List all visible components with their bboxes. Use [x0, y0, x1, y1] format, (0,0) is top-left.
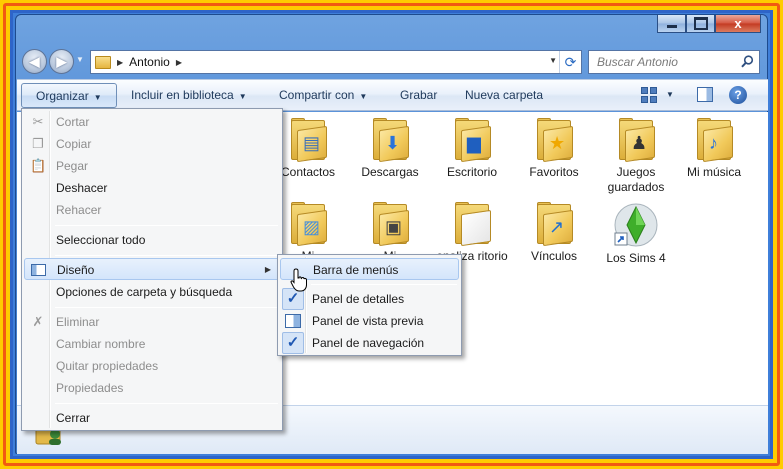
address-dropdown-icon[interactable]: ▼: [549, 56, 557, 65]
breadcrumb-separator-icon[interactable]: ▶: [117, 58, 123, 67]
folder-label: Favoritos: [529, 165, 579, 179]
submenu-item-label: Panel de detalles: [312, 292, 405, 306]
folder-label: Los Sims 4: [606, 251, 666, 265]
folder-label: Vínculos: [530, 249, 578, 263]
menu-item-delete[interactable]: ✗ Eliminar: [24, 311, 280, 333]
preview-pane-icon: [285, 314, 301, 328]
menu-item-undo[interactable]: Deshacer: [24, 177, 280, 199]
close-button[interactable]: x: [715, 15, 761, 33]
menu-item-layout[interactable]: Diseño ▶: [24, 258, 280, 280]
folder-label: Descargas: [361, 165, 419, 179]
address-row: ◀ ▶ ▼ ▶ Antonio ▶ ▼ ⟳: [16, 46, 767, 78]
folder-item-favoritos[interactable]: ★ Favoritos: [512, 118, 596, 180]
menu-separator: [55, 225, 278, 226]
menu-item-label: Copiar: [56, 137, 92, 151]
layout-icon: [31, 264, 46, 276]
view-options-chevron-icon[interactable]: ▼: [666, 90, 674, 99]
menu-item-label: Eliminar: [56, 315, 100, 329]
forward-button[interactable]: ▶: [49, 49, 74, 74]
help-icon[interactable]: ?: [729, 86, 747, 104]
chevron-down-icon: ▼: [359, 92, 368, 101]
minimize-button[interactable]: [657, 15, 686, 33]
address-bar[interactable]: ▶ Antonio ▶ ▼ ⟳: [90, 50, 582, 74]
menu-item-label: Cortar: [56, 115, 90, 129]
menu-item-cut[interactable]: ✂ Cortar: [24, 111, 280, 133]
menu-separator: [311, 284, 457, 285]
submenu-arrow-icon: ▶: [264, 265, 271, 274]
menu-item-redo[interactable]: Rehacer: [24, 199, 280, 221]
menu-item-label: Pegar: [56, 159, 89, 173]
chevron-down-icon: ▼: [93, 93, 102, 102]
document-folder-icon: [449, 202, 495, 247]
sims-plumbob-icon: [614, 203, 658, 247]
address-folder-icon: [95, 55, 111, 69]
folder-item-mi-musica[interactable]: ♪ Mi música: [672, 118, 756, 180]
caption-buttons: x: [657, 15, 761, 33]
folder-item-vinculos[interactable]: ↗ Vínculos: [512, 202, 596, 264]
menu-separator: [55, 307, 278, 308]
change-view-icon[interactable]: [641, 87, 657, 103]
menu-item-label: Diseño: [57, 263, 95, 277]
clipboard-icon: 📋: [30, 158, 47, 173]
folder-label: Juegos guardados: [607, 165, 665, 194]
preview-pane-toggle-icon[interactable]: [697, 87, 713, 102]
videos-folder-icon: ▣: [367, 202, 413, 247]
menu-item-rename[interactable]: Cambiar nombre: [24, 333, 280, 355]
chevron-down-icon: ▼: [238, 92, 247, 101]
scissors-icon: ✂: [32, 114, 44, 129]
music-folder-icon: ♪: [691, 118, 737, 163]
saved-games-folder-icon: ♟: [613, 118, 659, 163]
menu-item-remove-properties[interactable]: Quitar propiedades: [24, 355, 280, 377]
back-arrow-icon: ◀: [29, 53, 40, 69]
organize-label: Organizar: [36, 89, 89, 103]
delete-x-icon: ✗: [32, 314, 44, 329]
menu-separator: [55, 255, 278, 256]
submenu-item-label: Panel de vista previa: [312, 314, 424, 328]
search-box[interactable]: [588, 50, 760, 74]
submenu-item-preview-pane[interactable]: Panel de vista previa: [280, 310, 459, 332]
search-icon[interactable]: [741, 55, 754, 68]
share-with-label: Compartir con: [279, 88, 355, 102]
command-bar: Organizar ▼ Incluir en biblioteca ▼ Compar…: [17, 79, 768, 111]
checkmark-icon: ✓: [282, 332, 304, 354]
menu-item-properties[interactable]: Propiedades: [24, 377, 280, 399]
shortcut-item-los-sims-4[interactable]: Los Sims 4: [594, 202, 678, 266]
include-in-library-button[interactable]: Incluir en biblioteca ▼: [131, 88, 247, 102]
submenu-item-navigation-pane[interactable]: ✓ Panel de navegación: [280, 332, 459, 354]
breadcrumb-antonio[interactable]: Antonio: [129, 55, 170, 69]
downloads-folder-icon: ⬇: [367, 118, 413, 163]
new-folder-button[interactable]: Nueva carpeta: [465, 88, 543, 102]
menu-item-copy[interactable]: ❐ Copiar: [24, 133, 280, 155]
search-input[interactable]: [597, 55, 737, 69]
menu-item-close[interactable]: Cerrar: [24, 407, 280, 429]
breadcrumb-separator-icon[interactable]: ▶: [176, 58, 182, 67]
organize-button[interactable]: Organizar ▼: [21, 83, 117, 108]
folder-label: Escritorio: [446, 165, 497, 179]
menu-item-select-all[interactable]: Seleccionar todo: [24, 229, 280, 251]
menu-separator: [55, 403, 278, 404]
folder-item-juegos-guardados[interactable]: ♟ Juegos guardados: [594, 118, 678, 195]
folder-label: Mi música: [686, 165, 741, 179]
hand-pointer-cursor-icon: [290, 268, 307, 292]
folder-item-escritorio[interactable]: ▆ Escritorio: [430, 118, 514, 180]
recent-pages-dropdown-icon[interactable]: ▼: [76, 55, 84, 64]
maximize-button[interactable]: [686, 15, 715, 33]
menu-item-folder-options[interactable]: Opciones de carpeta y búsqueda: [24, 281, 280, 303]
folder-item-descargas[interactable]: ⬇ Descargas: [348, 118, 432, 180]
forward-arrow-icon: ▶: [56, 53, 67, 69]
organize-menu: ✂ Cortar ❐ Copiar 📋 Pegar Deshacer Rehacer …: [21, 108, 283, 431]
links-folder-icon: ↗: [531, 202, 577, 247]
favorites-folder-icon: ★: [531, 118, 577, 163]
desktop-folder-icon: ▆: [449, 118, 495, 163]
include-library-label: Incluir en biblioteca: [131, 88, 234, 102]
copy-icon: ❐: [32, 136, 44, 151]
share-with-button[interactable]: Compartir con ▼: [279, 88, 367, 102]
menu-item-paste[interactable]: 📋 Pegar: [24, 155, 280, 177]
refresh-icon[interactable]: ⟳: [559, 51, 581, 73]
contacts-folder-icon: ▤: [285, 118, 331, 163]
submenu-item-label: Panel de navegación: [312, 336, 425, 350]
burn-button[interactable]: Grabar: [400, 88, 437, 102]
pictures-folder-icon: ▨: [285, 202, 331, 247]
back-button[interactable]: ◀: [22, 49, 47, 74]
